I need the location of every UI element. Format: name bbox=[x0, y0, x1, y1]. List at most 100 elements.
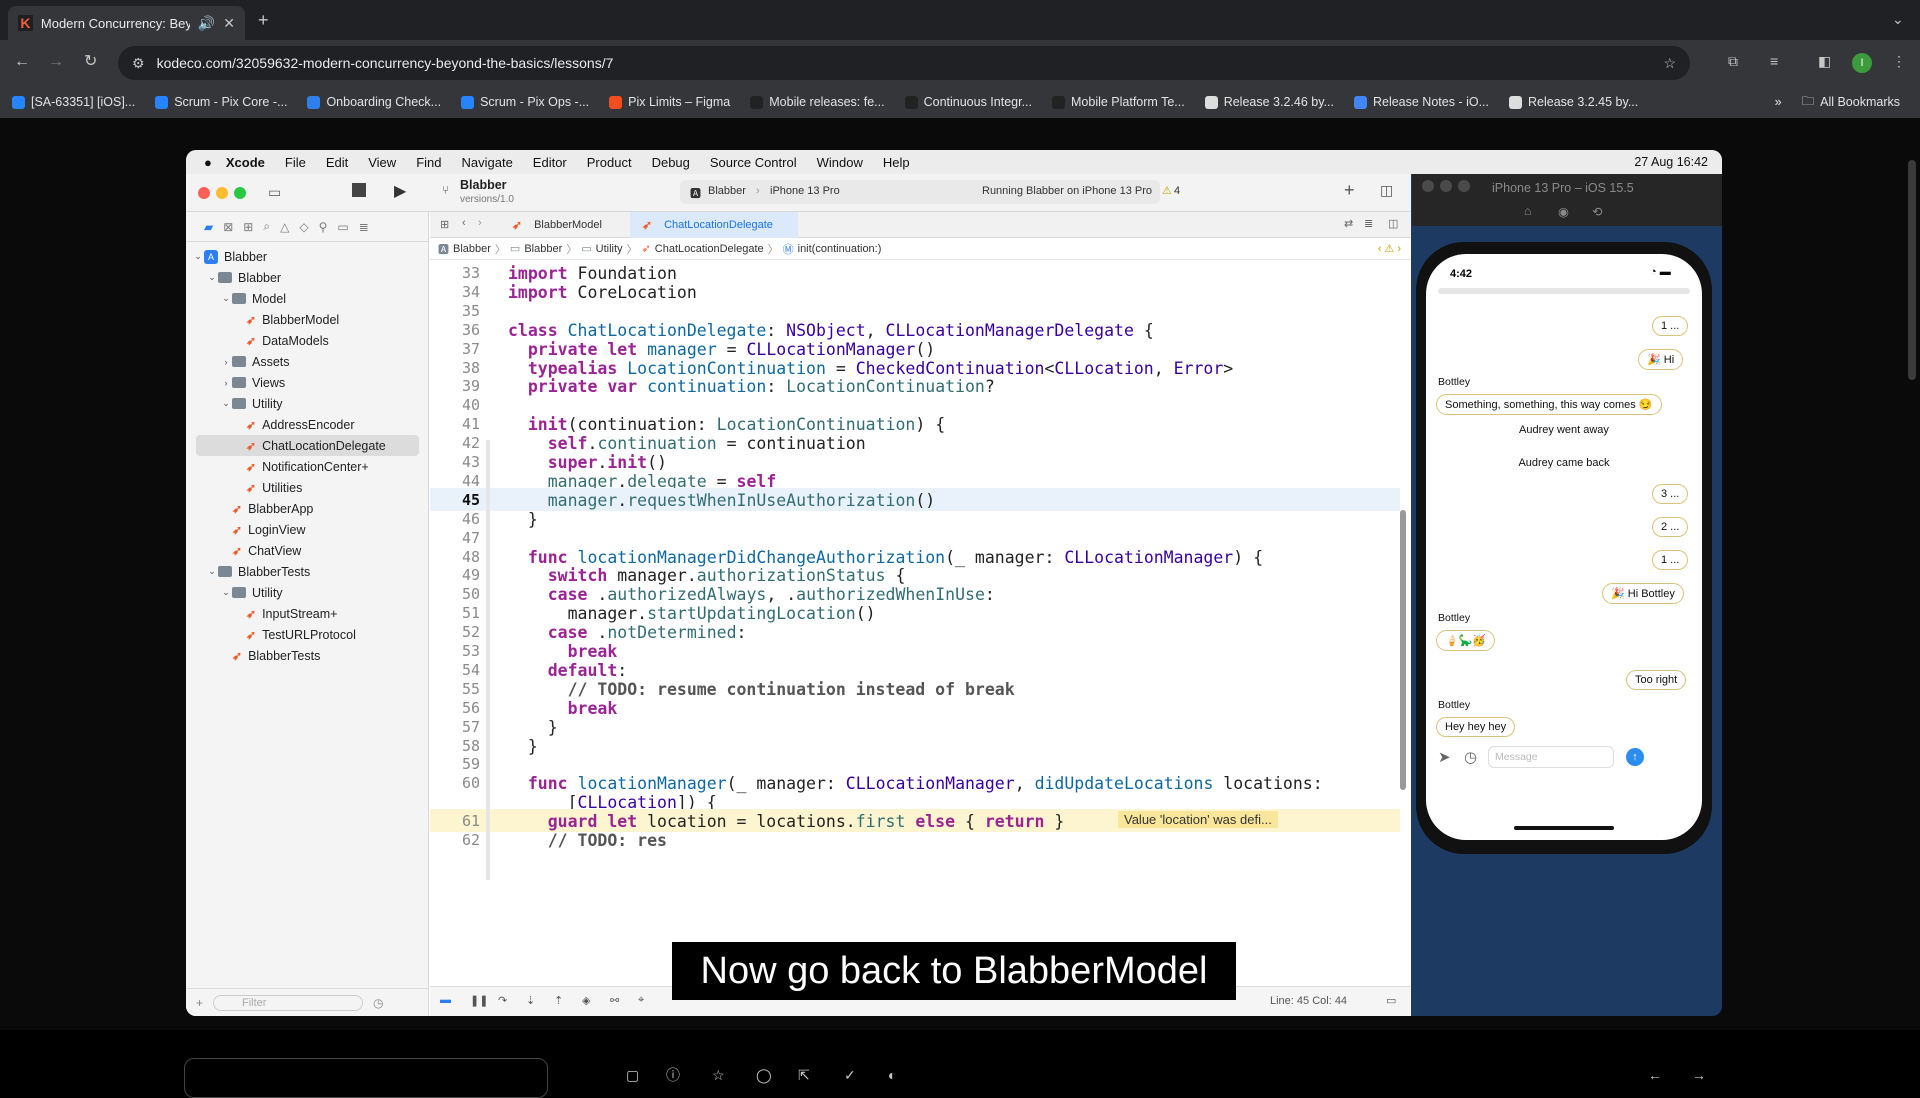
code-line[interactable]: private var continuation: LocationContin… bbox=[508, 377, 995, 396]
tab-blabbermodel[interactable]: ➶ BlabberModel bbox=[500, 212, 624, 238]
menu-file[interactable]: File bbox=[285, 155, 306, 170]
debug-area-toggle-icon[interactable]: ▭ bbox=[1386, 994, 1396, 1007]
file-tree-item[interactable]: ➶ InputStream+ bbox=[186, 603, 429, 624]
video-frame[interactable]: ● Xcode File Edit View Find Navigate Editor Pr… bbox=[186, 150, 1722, 1016]
lesson-search-box[interactable] bbox=[184, 1058, 548, 1098]
code-line[interactable]: } bbox=[508, 510, 538, 529]
inline-warning-message[interactable]: Value 'location' was defi... bbox=[1118, 811, 1278, 829]
bookmark-item[interactable]: Mobile releases: fe... bbox=[750, 95, 885, 109]
disclosure-chevron-icon[interactable]: › bbox=[220, 378, 232, 388]
file-tree-item[interactable]: ➶ BlabberModel bbox=[186, 309, 429, 330]
tab-chatlocationdelegate[interactable]: ➶ ChatLocationDelegate bbox=[630, 212, 798, 238]
bookmark-item[interactable]: [SA-63351] [iOS]... bbox=[12, 95, 135, 109]
sim-zoom-button[interactable] bbox=[1458, 180, 1470, 192]
code-line[interactable]: // TODO: resume continuation instead of … bbox=[508, 680, 1015, 699]
step-in-icon[interactable]: ⇣ bbox=[526, 994, 535, 1007]
more-bookmarks-icon[interactable]: » bbox=[1775, 95, 1782, 109]
activity-view[interactable]: 🅰 Blabber › iPhone 13 Pro Running Blabbe… bbox=[680, 180, 1180, 204]
file-tree-item[interactable]: ➶ TestURLProtocol bbox=[186, 624, 429, 645]
bookmark-star-icon[interactable]: ☆ bbox=[1663, 56, 1676, 70]
disclosure-chevron-icon[interactable]: ⌄ bbox=[220, 293, 232, 304]
file-tree-item[interactable]: ⌄ Utility bbox=[186, 393, 429, 414]
code-area[interactable]: 33 import Foundation 34 import CoreLocation… bbox=[430, 260, 1411, 968]
reload-icon[interactable]: ↻ bbox=[84, 54, 97, 70]
menu-source-control[interactable]: Source Control bbox=[710, 155, 797, 170]
scheme-selector[interactable]: Blabber bbox=[708, 185, 746, 197]
file-tree-item[interactable]: › Assets bbox=[186, 351, 429, 372]
code-line[interactable]: manager.startUpdatingLocation() bbox=[508, 604, 876, 623]
extensions-icon[interactable]: ⧉ bbox=[1728, 54, 1738, 68]
code-line[interactable]: typealias LocationContinuation = Checked… bbox=[508, 359, 1233, 378]
pause-icon[interactable]: ❚❚ bbox=[470, 994, 488, 1007]
breakpoints-toggle-icon[interactable]: ▬ bbox=[440, 994, 451, 1006]
navigator-filter[interactable]: Filter bbox=[213, 994, 364, 1011]
disclosure-chevron-icon[interactable]: ⌄ bbox=[192, 251, 204, 262]
bookmark-item[interactable]: Scrum - Pix Ops -... bbox=[461, 95, 589, 109]
bookmark-item[interactable]: Mobile Platform Te... bbox=[1052, 95, 1185, 109]
disclosure-chevron-icon[interactable]: ⌄ bbox=[220, 587, 232, 598]
minimize-window-button[interactable] bbox=[216, 187, 228, 199]
sim-minimize-button[interactable] bbox=[1440, 180, 1452, 192]
bookmark-item[interactable]: Release Notes - iO... bbox=[1353, 95, 1489, 109]
forward-icon[interactable]: → bbox=[48, 54, 64, 70]
jump-bar-item[interactable]: init(continuation:) bbox=[798, 243, 882, 255]
bookmark-item[interactable]: Release 3.2.45 by... bbox=[1508, 95, 1638, 109]
disclosure-chevron-icon[interactable]: › bbox=[220, 357, 232, 367]
file-tree-item[interactable]: ⌄ BlabberTests bbox=[186, 561, 429, 582]
file-tree-item[interactable]: ➶ BlabberTests bbox=[186, 645, 429, 666]
tab-search-icon[interactable]: ⌄ bbox=[1892, 12, 1904, 26]
new-tab-icon[interactable]: + bbox=[258, 11, 269, 29]
jump-bar-item[interactable]: Blabber bbox=[453, 243, 491, 255]
bookmark-item[interactable]: Continuous Integr... bbox=[904, 95, 1032, 109]
file-tree-item[interactable]: ⌄ Blabber bbox=[186, 267, 429, 288]
site-info-icon[interactable]: ⚙ bbox=[132, 56, 145, 70]
run-icon[interactable]: ▶ bbox=[394, 181, 406, 201]
project-navigator-icon[interactable]: ▰ bbox=[204, 220, 213, 234]
report-navigator-icon[interactable]: ≣ bbox=[359, 220, 369, 234]
file-tree-item[interactable]: ➶ BlabberApp bbox=[186, 498, 429, 519]
menu-product[interactable]: Product bbox=[587, 155, 632, 170]
send-icon[interactable]: ↑ bbox=[1626, 748, 1644, 766]
browser-tab[interactable]: K Modern Concurrency: Bey 🔊 ✕ bbox=[8, 6, 245, 40]
code-line[interactable]: import Foundation bbox=[508, 264, 677, 283]
code-line[interactable]: manager.requestWhenInUseAuthorization() bbox=[508, 491, 935, 510]
file-tree-item[interactable]: ⌄ Model bbox=[186, 288, 429, 309]
home-icon[interactable]: ⌂ bbox=[1524, 204, 1532, 218]
location-sim-icon[interactable]: ⌖ bbox=[638, 994, 644, 1007]
jump-bar-item[interactable]: ChatLocationDelegate bbox=[655, 243, 764, 255]
debug-navigator-icon[interactable]: ⚲ bbox=[319, 220, 328, 234]
all-bookmarks-button[interactable]: 🗀 All Bookmarks bbox=[1802, 92, 1900, 113]
file-tree-item[interactable]: ➶ DataModels bbox=[186, 330, 429, 351]
code-line[interactable]: break bbox=[508, 642, 618, 661]
close-window-button[interactable] bbox=[198, 187, 210, 199]
chrome-menu-icon[interactable]: ⋮ bbox=[1892, 54, 1906, 68]
back-nav-icon[interactable]: ‹ bbox=[462, 217, 466, 229]
code-line[interactable]: case .authorizedAlways, .authorizedWhenI… bbox=[508, 585, 995, 604]
step-over-icon[interactable]: ↷ bbox=[498, 994, 507, 1007]
inspector-toggle-icon[interactable]: ◫ bbox=[1380, 182, 1393, 199]
side-panel-icon[interactable]: ◧ bbox=[1818, 54, 1831, 68]
split-editor-icon[interactable]: ◫ bbox=[1388, 217, 1398, 230]
message-input[interactable]: Message bbox=[1488, 746, 1614, 768]
step-out-icon[interactable]: ⇡ bbox=[554, 994, 563, 1007]
memory-graph-icon[interactable]: ⚯ bbox=[610, 994, 619, 1007]
zoom-window-button[interactable] bbox=[234, 187, 246, 199]
file-tree-item[interactable]: ➶ ChatView bbox=[186, 540, 429, 561]
jump-bar-item[interactable]: Blabber bbox=[524, 243, 562, 255]
media-controls-icon[interactable]: ≡ bbox=[1770, 54, 1778, 68]
issue-nav-icon[interactable]: ‹ ⚠ › bbox=[1378, 242, 1401, 255]
page-scrollbar[interactable] bbox=[1908, 160, 1916, 380]
forward-nav-icon[interactable]: › bbox=[478, 217, 482, 229]
refresh-icon[interactable]: ⇄ bbox=[1344, 217, 1353, 230]
issue-navigator-icon[interactable]: △ bbox=[280, 220, 289, 234]
editor-scrollbar[interactable] bbox=[1400, 510, 1406, 790]
jump-bar-item[interactable]: Utility bbox=[596, 243, 623, 255]
menu-edit[interactable]: Edit bbox=[326, 155, 348, 170]
bookmark-item[interactable]: Scrum - Pix Core -... bbox=[155, 95, 287, 109]
editor-options-icon[interactable]: ≣ bbox=[1364, 217, 1373, 230]
file-tree-item[interactable]: ⌄ Utility bbox=[186, 582, 429, 603]
code-line[interactable]: self.continuation = continuation bbox=[508, 434, 866, 453]
timer-icon[interactable]: ◷ bbox=[1464, 748, 1477, 766]
code-line[interactable]: class ChatLocationDelegate: NSObject, CL… bbox=[508, 321, 1154, 340]
code-line[interactable]: private let manager = CLLocationManager(… bbox=[508, 340, 935, 359]
